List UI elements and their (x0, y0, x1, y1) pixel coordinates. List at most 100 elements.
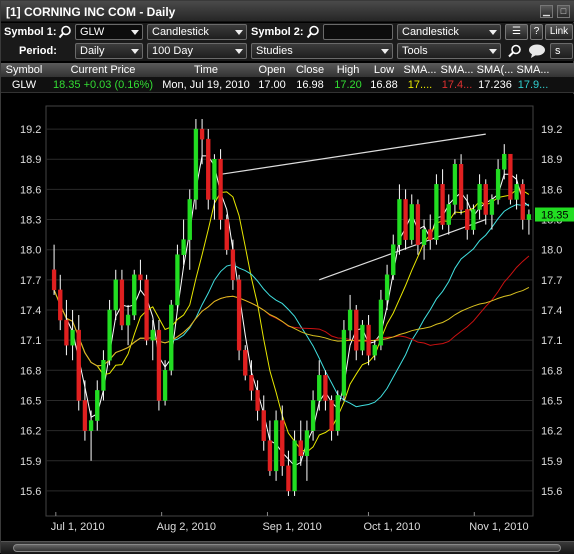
chart-type2-value: Candlestick (402, 26, 459, 38)
last-price-label: 18.35 (541, 210, 569, 222)
chat-icon[interactable] (528, 43, 548, 62)
candle-body (88, 420, 94, 431)
candle-body (409, 204, 414, 240)
channel-upper-line (220, 133, 486, 175)
quote-low: 16.88 (370, 79, 398, 91)
symbol-toolbar: Symbol 1: GLW Candlestick Symbol 2: Cand… (1, 23, 574, 42)
y-tick-label-left: 18.3 (20, 215, 41, 227)
y-tick-label-right: 16.2 (541, 426, 562, 438)
help-button[interactable]: ? (530, 24, 543, 40)
candle-body (150, 329, 155, 341)
candle-body (298, 440, 303, 456)
range-select[interactable]: 100 Day (147, 43, 247, 59)
col-low[interactable]: Low (367, 64, 401, 76)
candle-body (317, 375, 322, 401)
col-close[interactable]: Close (291, 64, 329, 76)
col-symbol[interactable]: Symbol (1, 64, 47, 76)
candle-body (384, 274, 390, 301)
candle-body (397, 199, 402, 245)
period-value: Daily (80, 45, 105, 57)
col-open[interactable]: Open (253, 64, 291, 76)
candle-body (187, 199, 192, 240)
candle-body (526, 214, 532, 220)
title-bar[interactable]: [1] CORNING INC COM - Daily ▁ □ (1, 1, 574, 22)
candle-body (280, 420, 285, 467)
symbol2-label: Symbol 2: (251, 26, 304, 38)
col-sma2[interactable]: SMA... (439, 64, 475, 76)
candle-body (415, 204, 421, 245)
candle-body (236, 279, 242, 351)
candle-body (249, 375, 254, 391)
chevron-down-icon (131, 49, 139, 54)
col-sma1[interactable]: SMA... (401, 64, 439, 76)
candle-body (354, 309, 359, 351)
candle-body (169, 304, 174, 371)
symbol1-search-icon[interactable] (58, 25, 72, 42)
candle-body (119, 279, 125, 326)
chevron-down-icon (235, 49, 243, 54)
candle-body (458, 164, 464, 210)
candle-body (434, 184, 439, 240)
col-sma3[interactable]: SMA(... (475, 64, 515, 76)
candle-body (502, 153, 507, 170)
y-tick-label-right: 15.6 (541, 486, 562, 498)
y-tick-label-right: 16.5 (541, 395, 562, 407)
candle-body (465, 209, 470, 230)
candle-body (471, 209, 476, 230)
candlestick-chart[interactable]: 15.6 15.6 15.9 15.9 16.2 16.2 16.5 16.5 16.8 16.8… (1, 94, 574, 541)
y-tick-label-left: 19.2 (20, 124, 41, 136)
maximize-icon[interactable]: □ (557, 5, 570, 18)
candle-body (64, 319, 69, 346)
candle-body (329, 400, 334, 431)
y-tick-label-right: 18.6 (541, 184, 562, 196)
price-chart[interactable]: 15.6 15.6 15.9 15.9 16.2 16.2 16.5 16.5 16.8 16.8… (1, 94, 574, 541)
chart-window: [1] CORNING INC COM - Daily ▁ □ Symbol 1… (0, 0, 574, 554)
candle-body (520, 184, 525, 220)
quote-sma4: 17.9... (517, 79, 549, 91)
symbol2-search-icon[interactable] (306, 25, 320, 42)
candle-body (224, 219, 229, 250)
x-tick-label: Jul 1, 2010 (51, 521, 105, 533)
zoom-icon[interactable] (507, 44, 523, 61)
link-button[interactable]: Link (545, 24, 573, 40)
quote-row[interactable]: GLW 18.35 +0.03 (0.16%) Mon, Jul 19, 201… (1, 78, 574, 93)
col-current-price[interactable]: Current Price (47, 64, 159, 76)
y-tick-label-left: 18.0 (20, 245, 41, 257)
candle-body (51, 269, 57, 291)
col-time[interactable]: Time (159, 64, 253, 76)
minimize-icon[interactable]: ▁ (540, 5, 553, 18)
candle-body (347, 309, 353, 331)
candle-body (144, 279, 149, 341)
y-tick-label-left: 17.4 (20, 305, 41, 317)
candle-body (378, 299, 384, 346)
sma-slow-line (53, 287, 530, 367)
x-tick-label: Oct 1, 2010 (363, 521, 420, 533)
candle-body (372, 344, 377, 356)
scrollbar-thumb[interactable] (13, 544, 561, 552)
col-high[interactable]: High (329, 64, 367, 76)
chart-type1-select[interactable]: Candlestick (147, 24, 247, 40)
period-select[interactable]: Daily (75, 43, 143, 59)
chevron-down-icon (381, 49, 389, 54)
range-value: 100 Day (152, 45, 193, 57)
chart-type2-select[interactable]: Candlestick (397, 24, 501, 40)
candle-body (261, 410, 266, 441)
tools-select[interactable]: Tools (397, 43, 501, 59)
candle-body (483, 184, 488, 215)
tools-value: Tools (402, 45, 428, 57)
symbol2-input[interactable] (323, 24, 393, 40)
chevron-down-icon (489, 49, 497, 54)
candle-body (107, 309, 112, 361)
horizontal-scrollbar[interactable] (1, 541, 574, 554)
y-tick-label-right: 17.4 (541, 305, 562, 317)
extra-select[interactable]: s (550, 43, 573, 59)
candle-body (452, 164, 458, 205)
col-sma4[interactable]: SMA... (515, 64, 551, 76)
quote-sma3: 17.236 (478, 79, 512, 91)
studies-select[interactable]: Studies (251, 43, 393, 59)
y-tick-label-left: 18.6 (20, 184, 41, 196)
quote-time: Mon, Jul 19, 2010 (162, 79, 250, 91)
symbol1-input[interactable]: GLW (75, 24, 143, 40)
menu-button[interactable]: ☰ (505, 24, 528, 40)
candle-body (243, 349, 248, 376)
